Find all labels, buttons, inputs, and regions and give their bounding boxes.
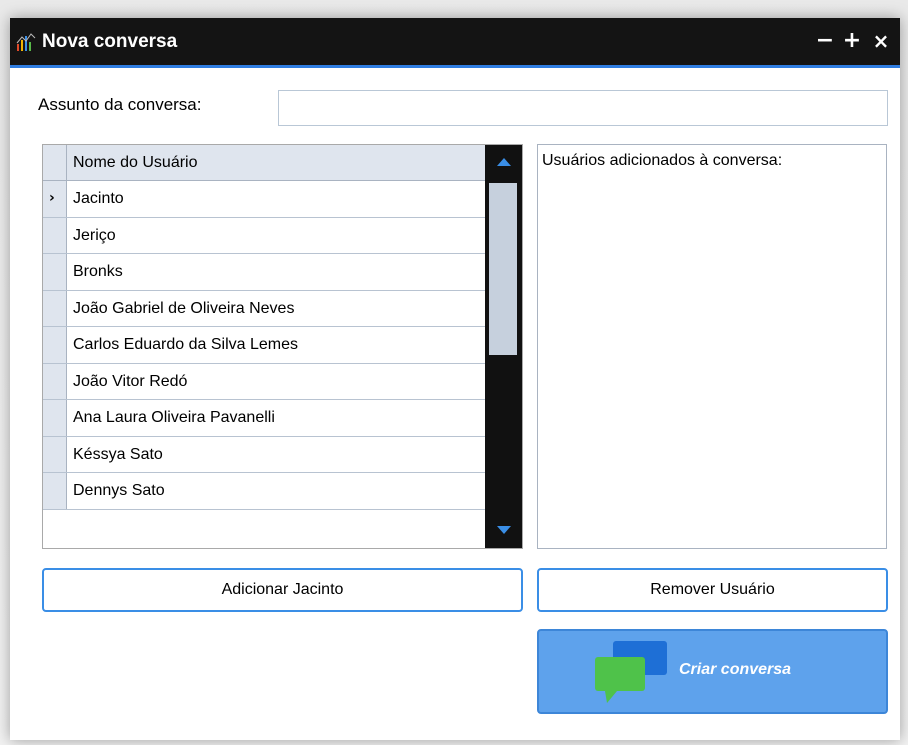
user-name-cell: João Vitor Redó <box>73 372 188 390</box>
create-conversation-label: Criar conversa <box>679 661 792 678</box>
table-row[interactable]: João Vitor Redó <box>43 363 485 400</box>
create-conversation-button[interactable]: Criar conversa <box>537 629 888 714</box>
minimize-button[interactable]: − <box>812 27 838 55</box>
close-button[interactable]: × <box>868 27 894 55</box>
user-name-cell: Dennys Sato <box>73 482 165 499</box>
added-users-label: Usuários adicionados à conversa: <box>542 152 783 169</box>
current-row-indicator-icon: › <box>49 190 55 206</box>
row-header-cell[interactable] <box>43 436 67 472</box>
table-row[interactable]: Bronks <box>43 254 485 291</box>
users-grid[interactable]: Nome do Usuário › Jacinto Jeriço Bronks João… <box>42 144 523 549</box>
scroll-down-arrow-icon[interactable] <box>485 512 522 548</box>
table-row[interactable]: João Gabriel de Oliveira Neves <box>43 290 485 327</box>
user-name-cell: Jeriço <box>73 226 116 244</box>
maximize-button[interactable]: + <box>839 27 865 55</box>
grid-header: Nome do Usuário <box>43 145 485 181</box>
user-name-cell: Bronks <box>73 263 123 280</box>
row-header-cell[interactable]: › <box>43 181 67 217</box>
user-name-cell: Carlos Eduardo da Silva Lemes <box>73 336 299 353</box>
title-bar[interactable]: Nova conversa − + × <box>10 18 900 68</box>
chat-bubbles-icon <box>595 641 667 703</box>
user-name-cell: Ana Laura Oliveira Pavanelli <box>73 409 275 426</box>
scroll-thumb[interactable] <box>489 183 517 355</box>
grid-corner-cell <box>43 145 67 180</box>
added-users-list[interactable]: Usuários adicionados à conversa: <box>537 144 887 549</box>
users-grid-table: Nome do Usuário › Jacinto Jeriço Bronks João… <box>43 145 485 510</box>
row-header-cell[interactable] <box>43 473 67 509</box>
table-row[interactable]: Ana Laura Oliveira Pavanelli <box>43 400 485 437</box>
row-header-cell[interactable] <box>43 290 67 326</box>
remove-user-button[interactable]: Remover Usuário <box>537 568 888 612</box>
grid-vertical-scrollbar[interactable] <box>485 145 522 548</box>
table-row[interactable]: › Jacinto <box>43 181 485 218</box>
table-row[interactable]: Dennys Sato <box>43 473 485 510</box>
table-row[interactable]: Késsya Sato <box>43 436 485 473</box>
subject-input[interactable] <box>278 90 888 126</box>
table-row[interactable]: Carlos Eduardo da Silva Lemes <box>43 327 485 364</box>
user-name-cell: Jacinto <box>73 190 124 207</box>
user-name-cell: João Gabriel de Oliveira Neves <box>73 299 295 317</box>
add-user-button[interactable]: Adicionar Jacinto <box>42 568 523 612</box>
table-row[interactable]: Jeriço <box>43 217 485 254</box>
row-header-cell[interactable] <box>43 254 67 290</box>
window-title: Nova conversa <box>42 31 178 52</box>
scroll-up-arrow-icon[interactable] <box>485 145 522 181</box>
grid-rows: › Jacinto Jeriço Bronks João Gabriel de Oliv… <box>43 181 485 510</box>
row-header-cell[interactable] <box>43 217 67 253</box>
nova-conversa-window: Nova conversa − + × Assunto da conversa:… <box>10 18 900 740</box>
row-header-cell[interactable] <box>43 400 67 436</box>
subject-label: Assunto da conversa: <box>38 95 202 114</box>
user-name-cell: Késsya Sato <box>73 445 163 463</box>
row-header-cell[interactable] <box>43 327 67 363</box>
bar-chart-icon <box>16 33 36 51</box>
row-header-cell[interactable] <box>43 363 67 399</box>
column-header-nome-usuario[interactable]: Nome do Usuário <box>73 154 198 172</box>
